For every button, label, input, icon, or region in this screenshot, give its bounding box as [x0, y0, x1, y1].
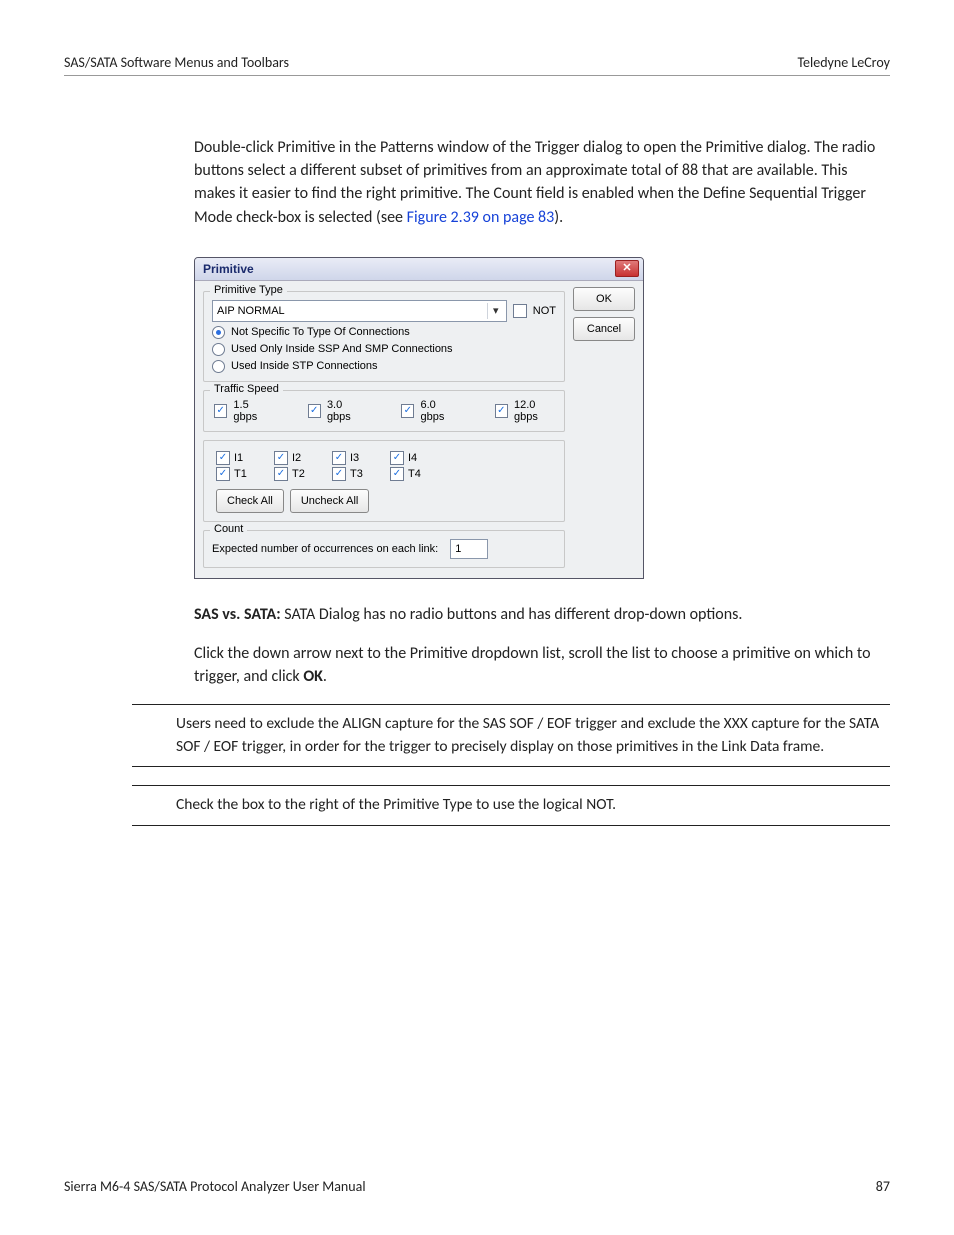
speed-12-0-label: 12.0 gbps [514, 399, 560, 423]
port-i3-checkbox[interactable]: ✓ [332, 451, 346, 465]
intro-paragraph: Double-click Primitive in the Patterns w… [194, 136, 890, 229]
port-i1-checkbox[interactable]: ✓ [216, 451, 230, 465]
port-i3-label: I3 [350, 452, 359, 464]
port-t3-checkbox[interactable]: ✓ [332, 467, 346, 481]
port-t2-checkbox[interactable]: ✓ [274, 467, 288, 481]
port-t4-label: T4 [408, 468, 421, 480]
radio-ssp-smp[interactable] [212, 343, 225, 356]
ok-button[interactable]: OK [573, 287, 635, 311]
check-all-button[interactable]: Check All [216, 489, 284, 513]
ok-bold: OK [303, 667, 323, 686]
speed-6-0-label: 6.0 gbps [420, 399, 460, 423]
radio-ssp-smp-label: Used Only Inside SSP And SMP Connections [231, 343, 453, 355]
count-group-label: Count [210, 523, 247, 535]
not-checkbox[interactable]: ✓ [513, 304, 527, 318]
port-t4-checkbox[interactable]: ✓ [390, 467, 404, 481]
ports-group: ✓I1 ✓I2 ✓I3 ✓I4 ✓T1 ✓T2 ✓T3 ✓T4 Chec [203, 440, 565, 522]
speed-1-5-label: 1.5 gbps [233, 399, 273, 423]
dialog-title-text: Primitive [203, 262, 254, 276]
header-right: Teledyne LeCroy [797, 54, 890, 71]
sas-vs-sata-paragraph: SAS vs. SATA: SATA Dialog has no radio b… [194, 603, 890, 626]
dialog-titlebar[interactable]: Primitive ✕ [195, 258, 643, 281]
count-input[interactable]: 1 [450, 539, 488, 559]
port-t1-checkbox[interactable]: ✓ [216, 467, 230, 481]
primitive-type-label: Primitive Type [210, 284, 287, 296]
port-i2-label: I2 [292, 452, 301, 464]
port-t2-label: T2 [292, 468, 305, 480]
combo-value: AIP NORMAL [217, 305, 285, 317]
footer-left: Sierra M6-4 SAS/SATA Protocol Analyzer U… [64, 1178, 366, 1195]
close-icon: ✕ [622, 263, 631, 274]
note-exclude-text: Users need to exclude the ALIGN capture … [132, 713, 890, 758]
count-label: Expected number of occurrences on each l… [212, 543, 438, 555]
port-i4-label: I4 [408, 452, 417, 464]
traffic-speed-label: Traffic Speed [210, 383, 283, 395]
radio-not-specific-label: Not Specific To Type Of Connections [231, 326, 410, 338]
traffic-speed-group: Traffic Speed ✓1.5 gbps ✓3.0 gbps ✓6.0 g… [203, 390, 565, 432]
figure-crossref-link[interactable]: Figure 2.39 on page 83 [407, 208, 555, 227]
click-instruction-paragraph: Click the down arrow next to the Primiti… [194, 642, 890, 688]
primitive-dialog: Primitive ✕ Primitive Type AIP NORMAL ▾ [194, 257, 644, 579]
port-t1-label: T1 [234, 468, 247, 480]
running-header: SAS/SATA Software Menus and Toolbars Tel… [64, 54, 890, 76]
note-not-checkbox-text: Check the box to the right of the Primit… [132, 794, 890, 816]
primitive-type-combo[interactable]: AIP NORMAL ▾ [212, 300, 507, 322]
radio-not-specific[interactable] [212, 326, 225, 339]
click-instr-end: . [323, 667, 327, 686]
header-left: SAS/SATA Software Menus and Toolbars [64, 54, 289, 71]
radio-stp-label: Used Inside STP Connections [231, 360, 378, 372]
radio-stp[interactable] [212, 360, 225, 373]
note-exclude: Users need to exclude the ALIGN capture … [132, 704, 890, 767]
port-t3-label: T3 [350, 468, 363, 480]
page-footer: Sierra M6-4 SAS/SATA Protocol Analyzer U… [64, 1178, 890, 1195]
note-not-checkbox: Check the box to the right of the Primit… [132, 785, 890, 825]
port-i4-checkbox[interactable]: ✓ [390, 451, 404, 465]
port-i1-label: I1 [234, 452, 243, 464]
primitive-type-group: Primitive Type AIP NORMAL ▾ ✓ NOT Not Sp… [203, 291, 565, 382]
not-label: NOT [533, 305, 556, 317]
speed-3-0-checkbox[interactable]: ✓ [308, 404, 321, 418]
intro-end: ). [554, 208, 563, 227]
close-button[interactable]: ✕ [615, 260, 639, 277]
sas-vs-sata-bold: SAS vs. SATA: [194, 605, 281, 624]
speed-1-5-checkbox[interactable]: ✓ [214, 404, 227, 418]
footer-page-number: 87 [876, 1178, 890, 1195]
count-group: Count Expected number of occurrences on … [203, 530, 565, 568]
speed-12-0-checkbox[interactable]: ✓ [495, 404, 508, 418]
uncheck-all-button[interactable]: Uncheck All [290, 489, 369, 513]
cancel-button[interactable]: Cancel [573, 317, 635, 341]
chevron-down-icon[interactable]: ▾ [487, 303, 504, 319]
sas-vs-sata-text: SATA Dialog has no radio buttons and has… [281, 605, 743, 624]
port-i2-checkbox[interactable]: ✓ [274, 451, 288, 465]
speed-3-0-label: 3.0 gbps [327, 399, 367, 423]
click-instr-text: Click the down arrow next to the Primiti… [194, 644, 871, 686]
speed-6-0-checkbox[interactable]: ✓ [401, 404, 414, 418]
